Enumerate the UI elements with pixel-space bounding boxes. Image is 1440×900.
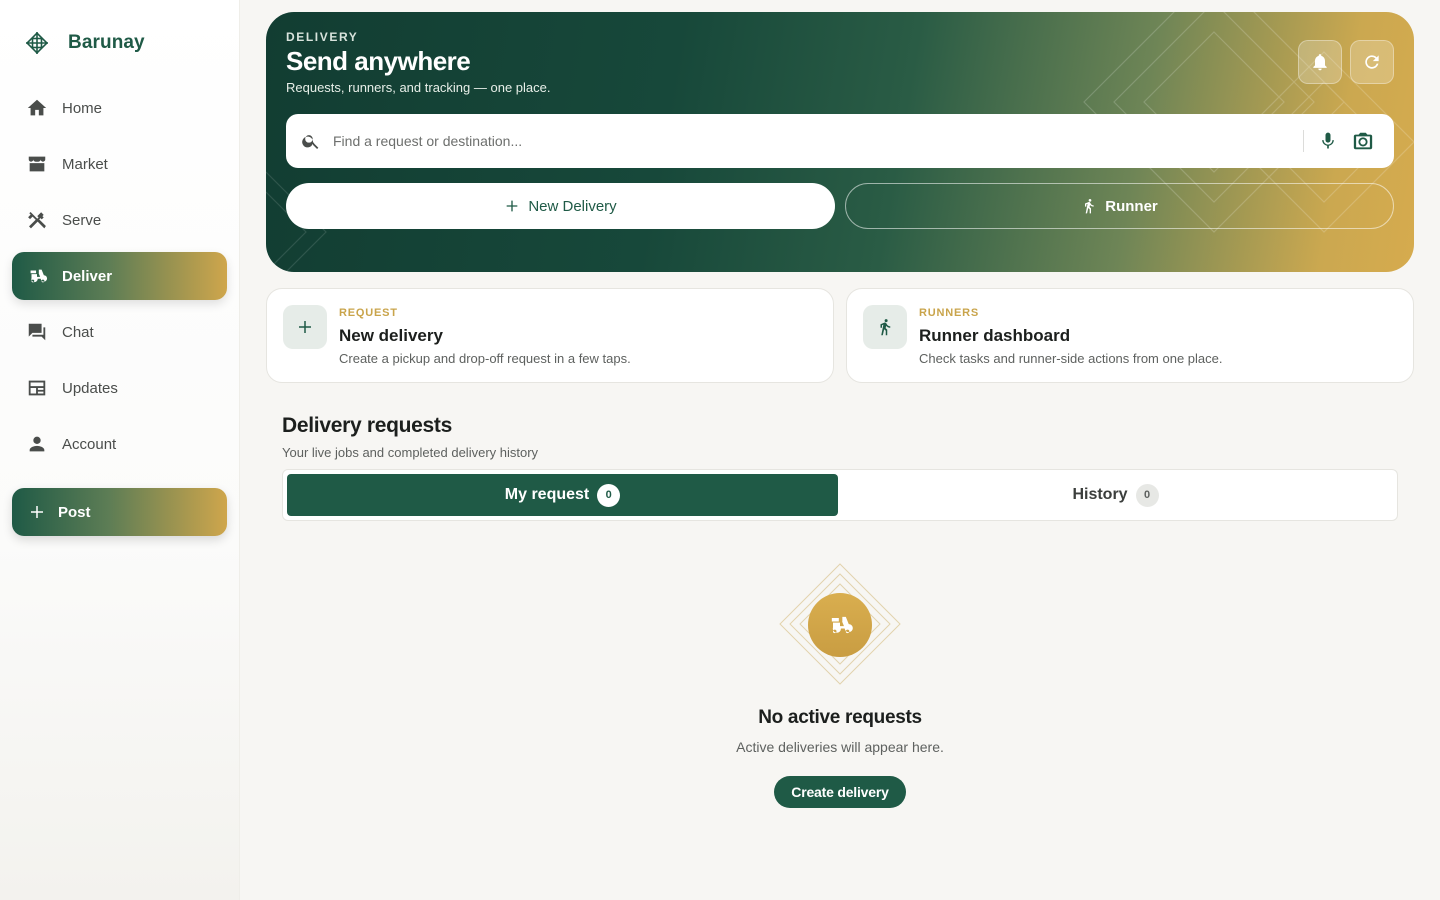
tab-my-request[interactable]: My request 0 — [287, 474, 838, 516]
sidebar-item-label: Updates — [62, 379, 118, 397]
request-tabs: My request 0 History 0 — [282, 469, 1398, 521]
sidebar-item-label: Market — [62, 155, 108, 173]
tab-label: History — [1072, 486, 1128, 503]
empty-state-subtitle: Active deliveries will appear here. — [736, 739, 944, 755]
card-kicker: REQUEST — [339, 307, 398, 319]
running-icon — [1085, 199, 1094, 214]
sidebar-item-label: Deliver — [62, 267, 113, 285]
sidebar-item-home[interactable]: Home — [12, 84, 227, 132]
card-icon — [863, 305, 907, 349]
sidebar-item-deliver[interactable]: Deliver — [12, 252, 227, 300]
store-icon — [28, 156, 46, 172]
runner-label: Runner — [1105, 197, 1158, 215]
sidebar-item-market[interactable]: Market — [12, 140, 227, 188]
card-title: New delivery — [339, 326, 443, 345]
empty-state-icon — [808, 593, 872, 657]
sidebar-item-label: Account — [62, 435, 117, 453]
card-icon — [283, 305, 327, 349]
search-bar — [286, 114, 1394, 168]
plus-icon — [299, 321, 311, 333]
brand[interactable]: Barunay — [24, 28, 145, 58]
camera-icon[interactable] — [1352, 130, 1374, 152]
runner-dashboard-card[interactable]: RUNNERS Runner dashboard Check tasks and… — [846, 288, 1414, 383]
bell-icon — [1313, 54, 1327, 71]
delivery-hero: DELIVERY Send anywhere Requests, runners… — [266, 12, 1414, 272]
sidebar-item-account[interactable]: Account — [12, 420, 227, 468]
refresh-button[interactable] — [1350, 40, 1394, 84]
search-divider — [1303, 130, 1304, 152]
sidebar-item-label: Chat — [62, 323, 94, 341]
tab-history[interactable]: History 0 — [840, 474, 1391, 516]
plus-icon — [31, 506, 43, 518]
runner-button[interactable]: Runner — [845, 183, 1394, 229]
sidebar-item-label: Serve — [62, 211, 102, 229]
chat-icon — [28, 323, 46, 341]
mic-icon[interactable] — [1318, 131, 1338, 151]
tab-count-badge: 0 — [1135, 483, 1159, 507]
card-kicker: RUNNERS — [919, 307, 979, 319]
sidebar: Barunay Home Market Serve Deliver Chat U… — [0, 0, 240, 900]
sidebar-item-chat[interactable]: Chat — [12, 308, 227, 356]
tab-label: My request — [504, 486, 590, 503]
newspaper-icon — [28, 380, 46, 396]
hero-subtitle: Requests, runners, and tracking — one pl… — [286, 80, 551, 95]
section-title: Delivery requests — [282, 414, 452, 437]
brand-logo-icon — [25, 31, 49, 55]
tools-icon — [28, 212, 46, 229]
scooter-icon — [831, 616, 853, 634]
tab-count-badge: 0 — [597, 483, 621, 507]
hero-kicker: DELIVERY — [286, 30, 359, 44]
card-title: Runner dashboard — [919, 326, 1071, 345]
person-icon — [29, 436, 45, 452]
new-delivery-card[interactable]: REQUEST New delivery Create a pickup and… — [266, 288, 834, 383]
plus-icon — [506, 200, 518, 212]
empty-state-title: No active requests — [758, 707, 922, 728]
brand-name: Barunay — [68, 32, 145, 53]
section-subtitle: Your live jobs and completed delivery hi… — [282, 445, 539, 460]
card-description: Check tasks and runner-side actions from… — [919, 351, 1223, 366]
notifications-button[interactable] — [1298, 40, 1342, 84]
search-icon — [302, 135, 319, 149]
new-delivery-button[interactable]: New Delivery — [286, 183, 835, 229]
refresh-icon — [1365, 55, 1379, 69]
sidebar-item-serve[interactable]: Serve — [12, 196, 227, 244]
home-icon — [27, 99, 47, 116]
scooter-icon — [30, 269, 48, 283]
post-button[interactable]: Post — [12, 488, 227, 536]
running-icon — [880, 319, 891, 336]
post-button-label: Post — [58, 503, 91, 521]
search-input[interactable] — [333, 133, 1303, 149]
page-title: Send anywhere — [286, 46, 471, 76]
card-description: Create a pickup and drop-off request in … — [339, 351, 631, 366]
sidebar-nav: Home Market Serve Deliver Chat Updates A… — [12, 84, 227, 476]
create-delivery-button[interactable]: Create delivery — [774, 776, 906, 808]
new-delivery-label: New Delivery — [528, 197, 617, 215]
sidebar-item-updates[interactable]: Updates — [12, 364, 227, 412]
sidebar-item-label: Home — [62, 99, 103, 117]
